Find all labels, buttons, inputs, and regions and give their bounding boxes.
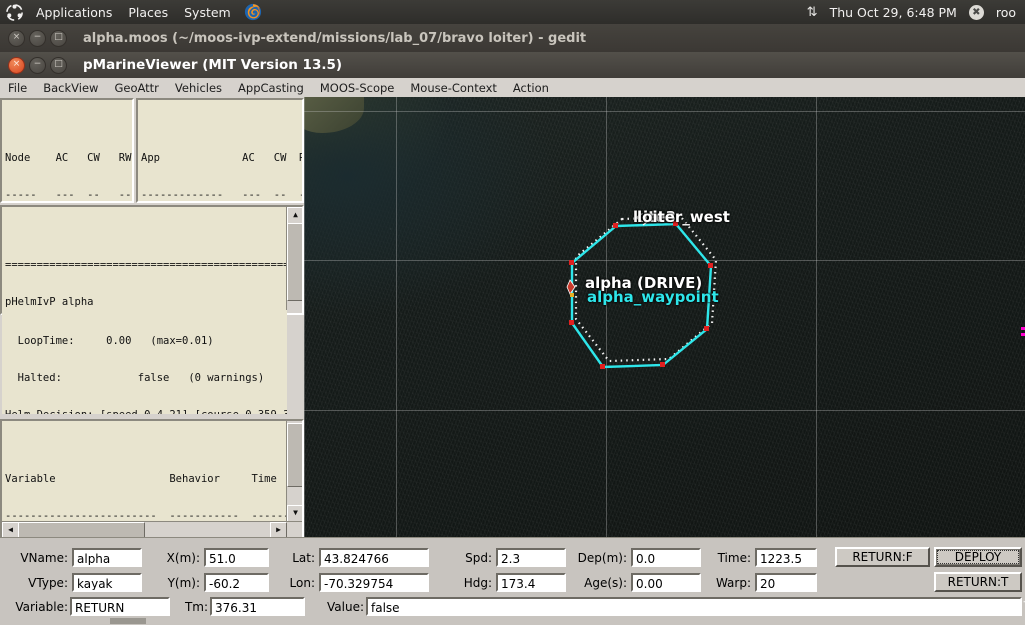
appcast-line: ========================================…: [5, 258, 302, 271]
appcast-line: Halted: false (0 warnings): [5, 372, 265, 385]
label-lon: Lon:: [289, 576, 315, 590]
label-warp: Warp:: [715, 576, 751, 590]
pmv-maximize-button[interactable]: □: [50, 56, 67, 74]
label-lat: Lat:: [292, 551, 315, 565]
menu-file[interactable]: File: [0, 80, 35, 96]
appcast-text: ========================================…: [2, 232, 302, 313]
vtype-input[interactable]: kayak: [72, 573, 142, 592]
label-value: Value:: [327, 600, 364, 614]
menu-mouse-context[interactable]: Mouse-Context: [402, 80, 505, 96]
label-tm: Tm:: [184, 600, 208, 614]
gedit-window-title: alpha.moos (~/moos-ivp-extend/missions/l…: [83, 30, 587, 46]
taskbar-stub: [110, 618, 146, 624]
firefox-icon[interactable]: [244, 3, 262, 21]
gedit-maximize-button[interactable]: □: [50, 29, 67, 47]
appcast-line: pHelmIvP alpha 0/0(: [5, 295, 94, 308]
menu-places[interactable]: Places: [125, 3, 171, 22]
deploy-button[interactable]: DEPLOY: [934, 547, 1022, 567]
time-input[interactable]: 1223.5: [755, 548, 817, 567]
app-table-header: App AC CW RW: [141, 151, 304, 164]
scroll-up-icon[interactable]: ▲: [287, 207, 302, 224]
variable-table-pane[interactable]: Variable Behavior Time Iter Va ---------…: [0, 419, 304, 539]
lat-input[interactable]: 43.824766: [319, 548, 429, 567]
pmv-minimize-button[interactable]: −: [29, 56, 46, 74]
node-table-divider: ----- --- -- --: [5, 188, 132, 201]
label-hdg: Hdg:: [463, 576, 492, 590]
scroll-down-icon[interactable]: ▼: [287, 505, 302, 522]
appcast-scroll-thumb[interactable]: [287, 223, 302, 301]
app-table-divider: ------------- --- -- --: [141, 188, 304, 201]
spd-input[interactable]: 2.3: [496, 548, 566, 567]
appcast-text-continued: LoopTime: 0.00 (max=0.01) Halted: false …: [2, 310, 287, 414]
gedit-titlebar[interactable]: × − □ alpha.moos (~/moos-ivp-extend/miss…: [0, 24, 1025, 52]
dep-input[interactable]: 0.0: [631, 548, 701, 567]
label-alpha-waypoint: alpha_waypoint: [587, 288, 719, 306]
label-variable: Variable:: [15, 600, 68, 614]
variable-vertical-scrollbar[interactable]: ▼: [286, 421, 302, 522]
vname-input[interactable]: alpha: [72, 548, 142, 567]
appcast-left-column: Node AC CW RW ----- --- -- -- alpha 800 …: [0, 97, 304, 539]
pmarineviewer-window-title: pMarineViewer (MIT Version 13.5): [83, 57, 343, 73]
label-vname: VName:: [20, 551, 68, 565]
gnome-top-panel: Applications Places System ⇅ Thu Oct 29,…: [0, 0, 1025, 24]
loiter-overlay: [566, 214, 718, 369]
ubuntu-logo-icon[interactable]: [6, 3, 23, 21]
menu-system[interactable]: System: [181, 3, 234, 22]
variable-input[interactable]: RETURN: [70, 597, 170, 616]
warp-input[interactable]: 20: [755, 573, 817, 592]
app-list-pane[interactable]: App AC CW RW ------------- --- -- -- pHe…: [136, 98, 304, 203]
pmarineviewer-titlebar[interactable]: × − □ pMarineViewer (MIT Version 13.5): [0, 52, 1025, 78]
return-false-button[interactable]: RETURN:F: [835, 547, 930, 567]
label-time: Time:: [717, 551, 751, 565]
tm-input[interactable]: 376.31: [210, 597, 305, 616]
variable-scroll-thumb[interactable]: [287, 423, 302, 487]
appcast-text-pane[interactable]: ========================================…: [0, 205, 304, 315]
menu-vehicles[interactable]: Vehicles: [167, 80, 230, 96]
appcast-line: Helm Decision: [speed,0,4,21] [course,0,…: [5, 409, 287, 414]
variable-table-header: Variable Behavior Time Iter Va: [5, 472, 277, 485]
menu-geoattr[interactable]: GeoAttr: [106, 80, 166, 96]
lon-input[interactable]: -70.329754: [319, 573, 429, 592]
menu-applications[interactable]: Applications: [33, 3, 115, 22]
user-name[interactable]: roo: [993, 3, 1019, 22]
label-loiter-west: loiter_west: [637, 208, 730, 226]
appcast-line: LoopTime: 0.00 (max=0.01): [5, 334, 214, 347]
variable-horizontal-scrollbar[interactable]: ◀ ▶: [2, 521, 302, 537]
label-age: Age(s):: [584, 576, 627, 590]
age-input[interactable]: 0.00: [631, 573, 701, 592]
menu-appcasting[interactable]: AppCasting: [230, 80, 312, 96]
return-true-button[interactable]: RETURN:T: [934, 572, 1022, 592]
geo-viewer-canvas[interactable]: kite3 loiter_west alpha (DRIVE) alpha_wa…: [304, 97, 1025, 537]
user-account-icon[interactable]: ✖: [968, 4, 984, 20]
clock[interactable]: Thu Oct 29, 6:48 PM: [827, 3, 960, 22]
menu-moos-scope[interactable]: MOOS-Scope: [312, 80, 403, 96]
node-table-header: Node AC CW RW: [5, 151, 132, 164]
menu-backview[interactable]: BackView: [35, 80, 106, 96]
value-input[interactable]: false: [366, 597, 1022, 616]
x-meters-input[interactable]: 51.0: [204, 548, 269, 567]
bottom-control-panel: VName: alpha X(m): 51.0 Lat: 43.824766 S…: [0, 537, 1025, 625]
label-vtype: VType:: [28, 576, 68, 590]
node-list-pane[interactable]: Node AC CW RW ----- --- -- -- alpha 800 …: [0, 98, 134, 203]
pmarineviewer-body: Node AC CW RW ----- --- -- -- alpha 800 …: [0, 97, 1025, 539]
menu-action[interactable]: Action: [505, 80, 557, 96]
gedit-close-button[interactable]: ×: [8, 29, 25, 47]
y-meters-input[interactable]: -60.2: [204, 573, 269, 592]
network-updown-icon[interactable]: ⇅: [807, 5, 818, 20]
label-dep: Dep(m):: [577, 551, 627, 565]
label-y-meters: Y(m):: [167, 576, 200, 590]
gedit-minimize-button[interactable]: −: [29, 29, 46, 47]
hdg-input[interactable]: 173.4: [496, 573, 566, 592]
label-x-meters: X(m):: [166, 551, 200, 565]
pmarineviewer-menubar: File BackView GeoAttr Vehicles AppCastin…: [0, 78, 1025, 98]
pmv-close-button[interactable]: ×: [8, 56, 25, 74]
label-spd: Spd:: [465, 551, 492, 565]
appcast-vertical-scrollbar[interactable]: ▲: [286, 207, 302, 313]
